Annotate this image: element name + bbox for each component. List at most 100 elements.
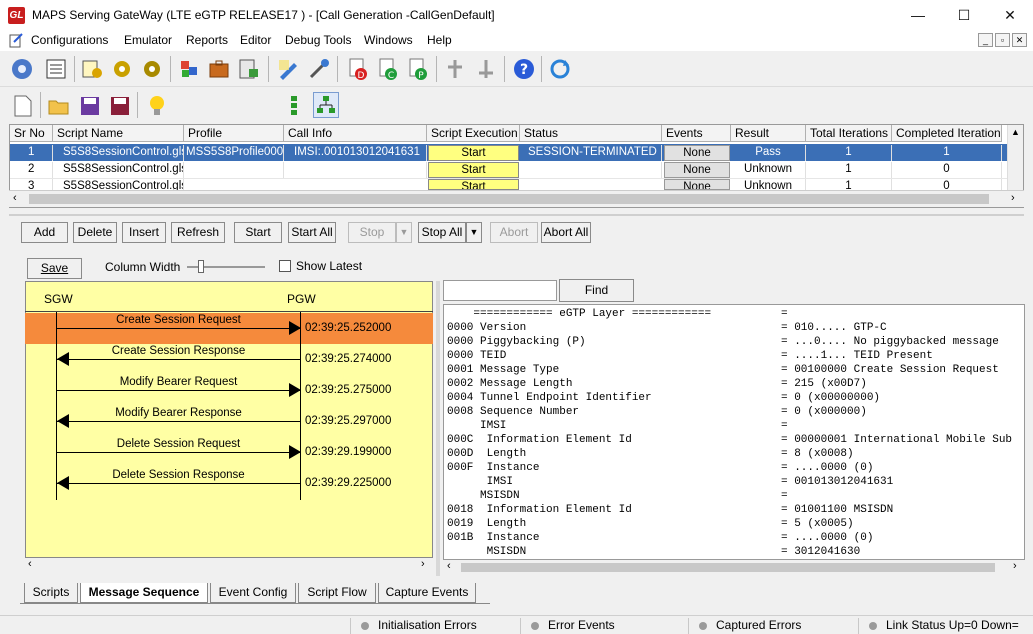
abort-button[interactable]: Abort <box>490 222 538 243</box>
close-button[interactable]: ✕ <box>987 0 1033 30</box>
scroll-left-icon[interactable]: ‹ <box>13 192 17 204</box>
menu-help[interactable]: Help <box>427 33 452 47</box>
splitter[interactable] <box>9 214 1024 216</box>
sequence-arrow-line[interactable] <box>57 452 300 453</box>
col-header-status[interactable]: Status <box>520 125 662 142</box>
start-script-button[interactable]: Start <box>428 162 519 178</box>
stop-dropdown-icon[interactable]: ▼ <box>396 222 412 243</box>
decode-field[interactable]: 000D Length <box>447 447 526 461</box>
start-all-button[interactable]: Start All <box>288 222 336 243</box>
sequence-arrow-line[interactable] <box>57 359 300 360</box>
sequence-message-label[interactable]: Modify Bearer Request <box>57 376 300 388</box>
mdi-minimize-button[interactable]: _ <box>978 33 993 47</box>
decode-field[interactable]: MSISDN <box>447 489 520 503</box>
decode-value[interactable]: = <box>781 307 788 321</box>
decode-field[interactable]: ============ eGTP Layer ============ <box>447 307 711 321</box>
col-header-script-execution[interactable]: Script Execution <box>427 125 520 142</box>
tree-vertical-icon[interactable] <box>284 94 304 116</box>
decode-field[interactable]: 0002 Message Length <box>447 377 572 391</box>
sequence-message-label[interactable]: Create Session Request <box>57 314 300 326</box>
scroll-thumb[interactable] <box>29 194 989 204</box>
events-button[interactable]: None <box>664 179 730 190</box>
menu-windows[interactable]: Windows <box>364 33 413 47</box>
decode-value[interactable]: = 001013012041631 <box>781 475 893 489</box>
scroll-right-icon[interactable]: › <box>421 558 425 570</box>
stop-all-button[interactable]: Stop All <box>418 222 466 243</box>
decode-value[interactable]: = 0 (x000000) <box>781 405 867 419</box>
link-down-icon[interactable] <box>474 57 498 81</box>
decode-horizontal-scrollbar[interactable]: ‹ › <box>443 560 1025 575</box>
decode-field[interactable]: 0019 Length <box>447 517 526 531</box>
sequence-message-label[interactable]: Modify Bearer Response <box>57 407 300 419</box>
profile-lock-icon[interactable] <box>237 57 261 81</box>
wizard-icon[interactable] <box>307 57 331 81</box>
start-script-button[interactable]: Start <box>428 145 519 161</box>
sequence-arrow-line[interactable] <box>57 421 300 422</box>
events-button[interactable]: None <box>664 145 730 161</box>
decode-d-icon[interactable]: D <box>346 57 370 81</box>
sequence-message-label[interactable]: Delete Session Request <box>57 438 300 450</box>
decode-field[interactable]: 0001 Message Type <box>447 363 559 377</box>
sequence-message-label[interactable]: Delete Session Response <box>57 469 300 481</box>
tab-scripts[interactable]: Scripts <box>24 583 78 603</box>
briefcase-icon[interactable] <box>207 57 231 81</box>
gear-script-icon[interactable] <box>110 57 134 81</box>
decode-field[interactable]: IMSI <box>447 419 506 433</box>
decode-field[interactable]: 000F Instance <box>447 461 539 475</box>
scroll-right-icon[interactable]: › <box>1013 560 1017 572</box>
decode-value[interactable]: = 5 (x0005) <box>781 517 854 531</box>
decode-value[interactable]: = ....1... TEID Present <box>781 349 933 363</box>
scroll-thumb[interactable] <box>461 563 995 572</box>
decode-value[interactable]: = 00100000 Create Session Request <box>781 363 999 377</box>
decode-field[interactable]: 001B Instance <box>447 531 539 545</box>
blocks-icon[interactable] <box>177 57 201 81</box>
show-latest-checkbox[interactable] <box>279 260 291 272</box>
decode-field[interactable]: 0018 Information Element Id <box>447 503 632 517</box>
col-header-sr-no[interactable]: Sr No <box>10 125 53 142</box>
decode-value[interactable]: = <box>781 489 788 503</box>
grid-vertical-scrollbar[interactable]: ▲ <box>1007 125 1023 191</box>
col-header-events[interactable]: Events <box>662 125 731 142</box>
configure-icon[interactable] <box>10 57 34 81</box>
decode-value[interactable]: = <box>781 419 788 433</box>
open-folder-icon[interactable] <box>47 94 71 118</box>
sequence-arrow-line[interactable] <box>57 483 300 484</box>
decode-field[interactable]: 0000 Version <box>447 321 526 335</box>
link-up-icon[interactable] <box>443 57 467 81</box>
scroll-left-icon[interactable]: ‹ <box>28 558 32 570</box>
scroll-right-icon[interactable]: › <box>1011 192 1015 204</box>
decode-field[interactable]: IMSI <box>447 475 513 489</box>
tab-message-sequence[interactable]: Message Sequence <box>80 583 208 603</box>
stop-button[interactable]: Stop <box>348 222 396 243</box>
mdi-close-button[interactable]: ✕ <box>1012 33 1027 47</box>
refresh-button[interactable]: Refresh <box>171 222 225 243</box>
col-header-completed-iterations[interactable]: Completed Iterations <box>892 125 1002 142</box>
init-errors-status[interactable]: Initialisation Errors <box>350 618 520 634</box>
menu-configurations[interactable]: Configurations <box>31 33 108 47</box>
tab-script-flow[interactable]: Script Flow <box>298 583 376 603</box>
decode-p-icon[interactable]: P <box>406 57 430 81</box>
insert-button[interactable]: Insert <box>122 222 166 243</box>
save-as-icon[interactable] <box>108 94 132 118</box>
col-header-script-name[interactable]: Script Name <box>53 125 184 142</box>
delete-button[interactable]: Delete <box>73 222 117 243</box>
minimize-button[interactable]: — <box>895 0 941 30</box>
decode-field[interactable]: 0008 Sequence Number <box>447 405 579 419</box>
decode-value[interactable]: = 8 (x0008) <box>781 447 854 461</box>
decode-field[interactable]: 0000 Piggybacking (P) <box>447 335 586 349</box>
decode-value[interactable]: = 010..... GTP-C <box>781 321 887 335</box>
maximize-button[interactable]: ☐ <box>941 0 987 30</box>
sequence-message-label[interactable]: Create Session Response <box>57 345 300 357</box>
col-header-result[interactable]: Result <box>731 125 806 142</box>
col-header-call-info[interactable]: Call Info <box>284 125 427 142</box>
edit-pen-icon[interactable] <box>276 57 300 81</box>
decode-value[interactable]: = ...0.... No piggybacked message <box>781 335 999 349</box>
script-edit-icon[interactable] <box>80 57 104 81</box>
col-header-total-iterations[interactable]: Total Iterations <box>806 125 892 142</box>
grid-horizontal-scrollbar[interactable]: ‹ › <box>9 190 1024 207</box>
mdi-restore-button[interactable]: ▫ <box>995 33 1010 47</box>
decode-value[interactable]: = 0 (x00000000) <box>781 391 880 405</box>
decode-value[interactable]: = 215 (x00D7) <box>781 377 867 391</box>
sequence-arrow-line[interactable] <box>57 328 300 329</box>
decode-field[interactable]: 0004 Tunnel Endpoint Identifier <box>447 391 652 405</box>
